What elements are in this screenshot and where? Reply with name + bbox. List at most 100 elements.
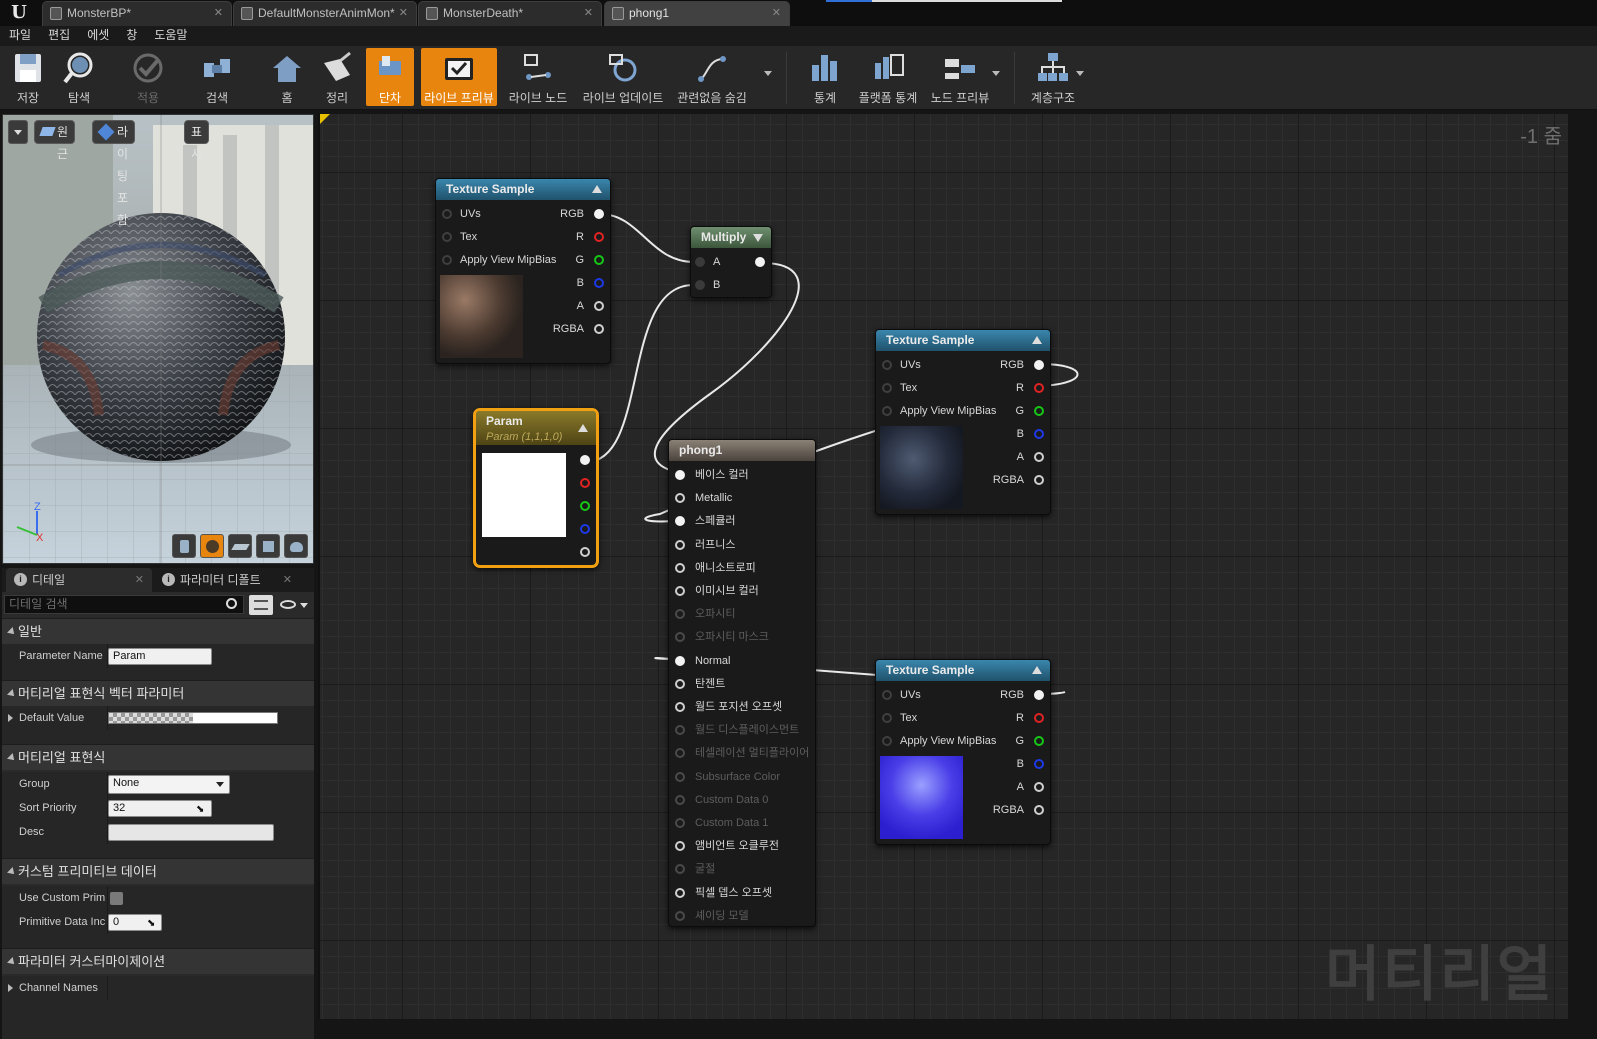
sphere-shape-button[interactable] xyxy=(200,534,224,558)
output-pin-rgba[interactable]: RGBA xyxy=(993,801,1044,819)
output-pin-r[interactable]: R xyxy=(576,228,604,246)
phong-input-pin[interactable]: Custom Data 1 xyxy=(675,814,768,832)
input-pin-tex[interactable]: Tex xyxy=(882,709,917,727)
input-pin-mipbias[interactable]: Apply View MipBias xyxy=(442,251,556,269)
section-material-expression[interactable]: 머티리얼 표현식 xyxy=(2,744,314,770)
input-pin-a[interactable]: A xyxy=(695,253,720,271)
tab-monsterbp[interactable]: MonsterBP* ✕ xyxy=(42,1,232,26)
output-pin-result[interactable] xyxy=(753,253,765,271)
live-update-button[interactable]: 라이브 업데이트 xyxy=(580,48,666,106)
output-pin-rgba[interactable]: RGBA xyxy=(993,471,1044,489)
output-pin-rgb[interactable]: RGB xyxy=(1000,356,1044,374)
output-pin-b[interactable]: B xyxy=(1017,425,1044,443)
output-pin-b[interactable]: B xyxy=(1017,755,1044,773)
node-header[interactable]: Texture Sample xyxy=(876,330,1050,351)
output-pin-r[interactable]: R xyxy=(1016,379,1044,397)
drag-arrow-icon[interactable]: ⬊ xyxy=(196,804,204,815)
chevron-down-icon[interactable] xyxy=(992,71,1000,76)
close-icon[interactable]: ✕ xyxy=(584,2,593,25)
hierarchy-button[interactable]: 계층구조 xyxy=(1028,48,1078,106)
close-icon[interactable]: ✕ xyxy=(135,568,144,592)
material-preview-viewport[interactable]: Z X 원근 라이팅포함 표시 xyxy=(2,114,314,564)
phong-input-pin[interactable]: Custom Data 0 xyxy=(675,791,768,809)
input-pin-uvs[interactable]: UVs xyxy=(442,205,481,223)
phong-input-pin[interactable]: 셰이딩 모델 xyxy=(675,907,749,925)
node-preview-button[interactable]: 노드 프리뷰 xyxy=(926,48,994,106)
node-header[interactable]: phong1 xyxy=(669,440,815,461)
live-nodes-button[interactable]: 라이브 노드 xyxy=(504,48,572,106)
phong-input-pin[interactable]: 스페큘러 xyxy=(675,512,735,530)
hide-unrelated-button[interactable]: 관련없음 숨김 xyxy=(674,48,750,106)
teapot-shape-button[interactable] xyxy=(284,534,308,558)
node-header[interactable]: Multiply xyxy=(691,227,771,248)
output-pin-g[interactable]: G xyxy=(1015,402,1044,420)
use-custom-prim-checkbox[interactable] xyxy=(110,892,123,905)
output-pin-r[interactable]: R xyxy=(1016,709,1044,727)
live-preview-button[interactable]: 라이브 프리뷰 xyxy=(421,48,497,106)
texture-sample-node-1[interactable]: Texture Sample UVs Tex Apply View MipBia… xyxy=(435,178,611,364)
phong-input-pin[interactable]: 오파시티 마스크 xyxy=(675,628,769,646)
output-pin-r[interactable] xyxy=(578,474,590,492)
output-pin-b[interactable] xyxy=(578,520,590,538)
texture-sample-node-2[interactable]: Texture Sample UVs Tex Apply View MipBia… xyxy=(875,329,1051,515)
output-pin-rgb[interactable]: RGB xyxy=(560,205,604,223)
phong-input-pin[interactable]: 탄젠트 xyxy=(675,675,725,693)
texture-sample-node-3[interactable]: Texture Sample UVs Tex Apply View MipBia… xyxy=(875,659,1051,845)
chevron-down-icon[interactable] xyxy=(764,71,772,76)
section-custom-primitive-data[interactable]: 커스텀 프리미티브 데이터 xyxy=(2,858,314,884)
phong-input-pin[interactable]: 월드 포지션 오프셋 xyxy=(675,698,782,716)
phong-input-pin[interactable]: 테셀레이션 멀티플라이어 xyxy=(675,744,809,762)
unreal-logo-icon[interactable]: U xyxy=(6,2,32,24)
menu-help[interactable]: 도움말 xyxy=(145,26,195,45)
output-pin-g[interactable] xyxy=(578,497,590,515)
chevron-right-icon[interactable] xyxy=(8,714,13,722)
clean-button[interactable]: 정리 xyxy=(314,48,360,106)
node-header[interactable]: Param Param (1,1,1,0) xyxy=(476,411,596,445)
output-pin-g[interactable]: G xyxy=(575,251,604,269)
tab-parameter-defaults[interactable]: i 파라미터 디폴트 ✕ xyxy=(154,568,300,592)
phong-input-pin[interactable]: Normal xyxy=(675,652,730,670)
menu-edit[interactable]: 편집 xyxy=(39,26,78,45)
cylinder-shape-button[interactable] xyxy=(172,534,196,558)
output-pin-a[interactable] xyxy=(578,543,590,561)
close-icon[interactable]: ✕ xyxy=(214,2,223,25)
view-options-button[interactable] xyxy=(249,595,273,615)
desc-input[interactable] xyxy=(108,824,274,841)
phong-input-pin[interactable]: 월드 디스플레이스먼트 xyxy=(675,721,799,739)
input-pin-uvs[interactable]: UVs xyxy=(882,356,921,374)
phong-input-pin[interactable]: 러프니스 xyxy=(675,536,735,554)
plane-shape-button[interactable] xyxy=(228,534,252,558)
input-pin-mipbias[interactable]: Apply View MipBias xyxy=(882,402,996,420)
eye-icon[interactable] xyxy=(280,600,296,609)
section-parameter-customization[interactable]: 파라미터 커스터마이제이션 xyxy=(2,948,314,974)
perspective-button[interactable]: 원근 xyxy=(34,120,76,161)
output-pin-b[interactable]: B xyxy=(577,274,604,292)
save-button[interactable]: 저장 xyxy=(4,48,52,106)
show-button[interactable]: 표시 xyxy=(184,120,210,161)
menu-file[interactable]: 파일 xyxy=(0,26,39,45)
input-pin-b[interactable]: B xyxy=(695,276,720,294)
close-icon[interactable]: ✕ xyxy=(772,2,781,25)
search-button[interactable]: 검색 xyxy=(192,48,242,106)
input-pin-uvs[interactable]: UVs xyxy=(882,686,921,704)
section-vector-parameter[interactable]: 머티리얼 표현식 벡터 파라미터 xyxy=(2,680,314,706)
collapse-icon[interactable] xyxy=(1032,336,1042,344)
browse-button[interactable]: 탐색 xyxy=(54,48,104,106)
output-pin-rgba[interactable]: RGBA xyxy=(553,320,604,338)
output-pin-a[interactable]: A xyxy=(1017,448,1044,466)
cube-shape-button[interactable] xyxy=(256,534,280,558)
phong-input-pin[interactable]: Subsurface Color xyxy=(675,768,780,786)
tab-details[interactable]: i 디테일 ✕ xyxy=(6,568,152,592)
chevron-down-icon[interactable] xyxy=(1076,71,1084,76)
phong-input-pin[interactable]: 베이스 컬러 xyxy=(675,466,749,484)
home-button[interactable]: 홈 xyxy=(264,48,310,106)
multiply-node[interactable]: Multiply A B xyxy=(690,226,772,298)
tab-monster-death[interactable]: MonsterDeath* ✕ xyxy=(418,1,602,26)
close-icon[interactable]: ✕ xyxy=(399,2,408,25)
output-pin-rgb[interactable] xyxy=(578,451,590,469)
material-graph-canvas[interactable]: -1 줌 머티리얼 Texture Sample UVs Tex Apply V… xyxy=(318,114,1568,1019)
node-header[interactable]: Texture Sample xyxy=(876,660,1050,681)
tab-phong1[interactable]: phong1 ✕ xyxy=(604,1,790,26)
phong-input-pin[interactable]: 애니소트로피 xyxy=(675,559,756,577)
input-pin-mipbias[interactable]: Apply View MipBias xyxy=(882,732,996,750)
